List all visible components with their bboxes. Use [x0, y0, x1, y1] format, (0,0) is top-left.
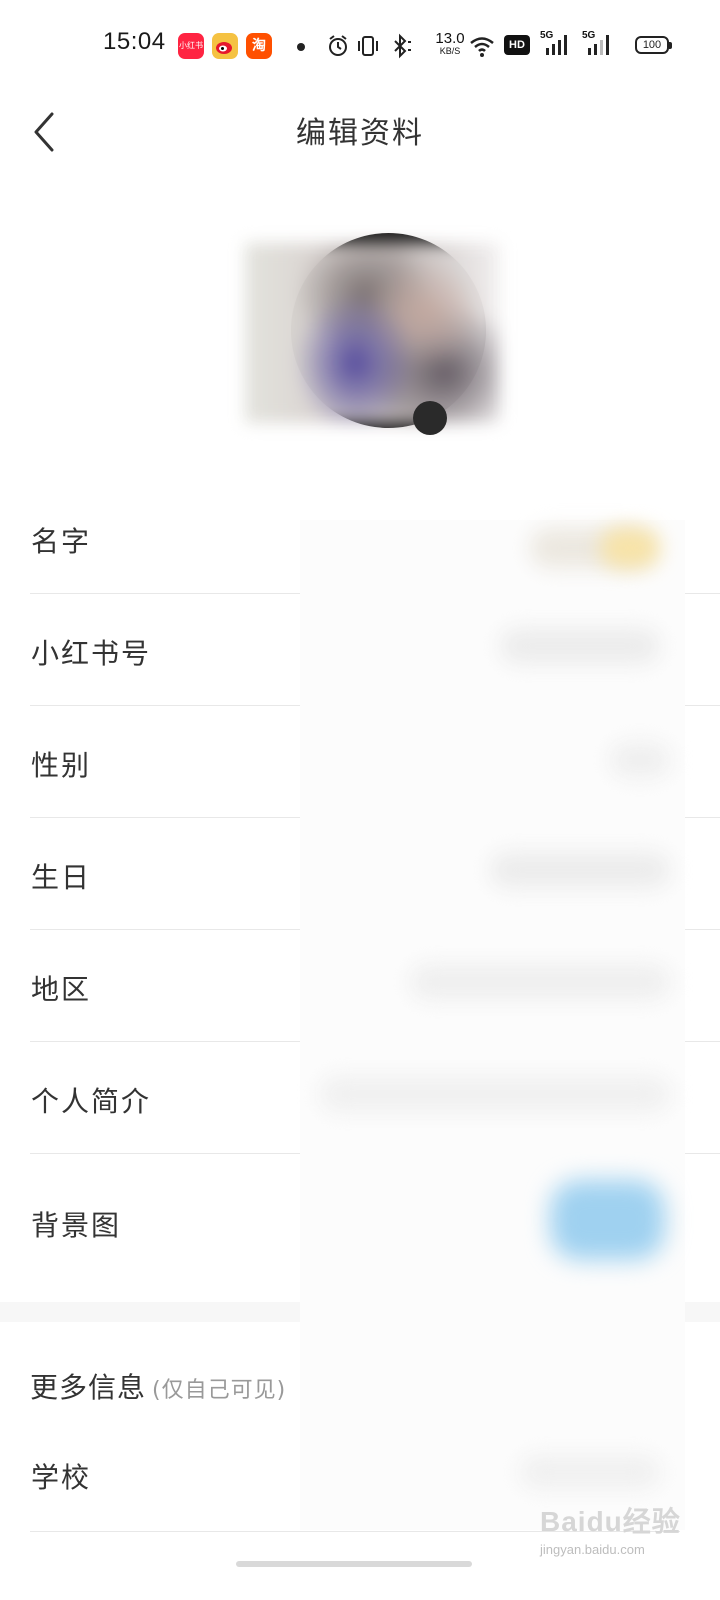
- more-info-title: 更多信息: [30, 1371, 147, 1404]
- xiaohongshu-app-label: 小红书: [179, 41, 203, 50]
- field-label: 名字: [31, 525, 92, 558]
- redacted-region-value: [410, 964, 670, 1000]
- wifi-icon: [470, 37, 494, 57]
- taobao-app-icon: 淘: [246, 33, 272, 59]
- alarm-icon: [329, 35, 347, 56]
- status-time: 15:04: [103, 28, 166, 55]
- vibrate-icon: [358, 36, 378, 56]
- signal-icon-2: 5G: [582, 30, 616, 60]
- more-info-subtitle: (仅自己可见): [152, 1378, 287, 1403]
- redacted-bio-value: [320, 1076, 670, 1112]
- battery-icon: 100: [635, 36, 672, 54]
- avatar[interactable]: [245, 233, 500, 435]
- field-label: 小红书号: [31, 637, 152, 670]
- battery-level: 100: [642, 39, 662, 51]
- weibo-app-icon: [212, 33, 238, 59]
- redacted-name-emoji: [600, 528, 660, 568]
- signal-icon-1: 5G: [540, 30, 574, 60]
- redacted-school-value: [520, 1455, 660, 1489]
- hd-voice-icon: HD: [504, 35, 530, 55]
- field-label: 学校: [31, 1461, 92, 1494]
- xiaohongshu-app-icon: 小红书: [178, 33, 204, 59]
- network-speed: 13.0 KB/S: [432, 31, 468, 56]
- more-info-heading: 更多信息 (仅自己可见): [30, 1366, 286, 1406]
- network-speed-unit: KB/S: [439, 46, 461, 56]
- field-label: 地区: [31, 973, 92, 1006]
- taobao-app-label: 淘: [252, 38, 266, 54]
- home-indicator[interactable]: [236, 1561, 472, 1567]
- watermark-url: jingyan.baidu.com: [540, 1542, 645, 1557]
- field-label: 背景图: [31, 1209, 122, 1242]
- field-label: 个人简介: [31, 1085, 152, 1118]
- redacted-gender-value: [610, 742, 670, 778]
- watermark-text: Baidu经验: [540, 1506, 681, 1537]
- redacted-xhs-id-value: [500, 628, 660, 664]
- field-label: 生日: [31, 861, 92, 894]
- field-label: 性别: [31, 749, 92, 782]
- page-title: 编辑资料: [296, 116, 424, 151]
- status-bar: 15:04 小红书 淘 13.0 KB/S HD 5G 5G 100: [0, 0, 720, 92]
- redacted-values-panel: [300, 520, 685, 1530]
- bluetooth-icon: [394, 33, 411, 59]
- camera-badge-icon[interactable]: [413, 401, 447, 435]
- redacted-birthday-value: [490, 852, 670, 888]
- network-speed-value: 13.0: [435, 30, 465, 47]
- notification-dot-icon: [297, 43, 305, 51]
- header: 编辑资料: [0, 92, 720, 188]
- hd-label: HD: [509, 39, 525, 51]
- watermark: Baidu经验 jingyan.baidu.com: [540, 1500, 700, 1570]
- avatar-image-blurred: [245, 243, 500, 423]
- redacted-background-thumbnail: [550, 1180, 665, 1260]
